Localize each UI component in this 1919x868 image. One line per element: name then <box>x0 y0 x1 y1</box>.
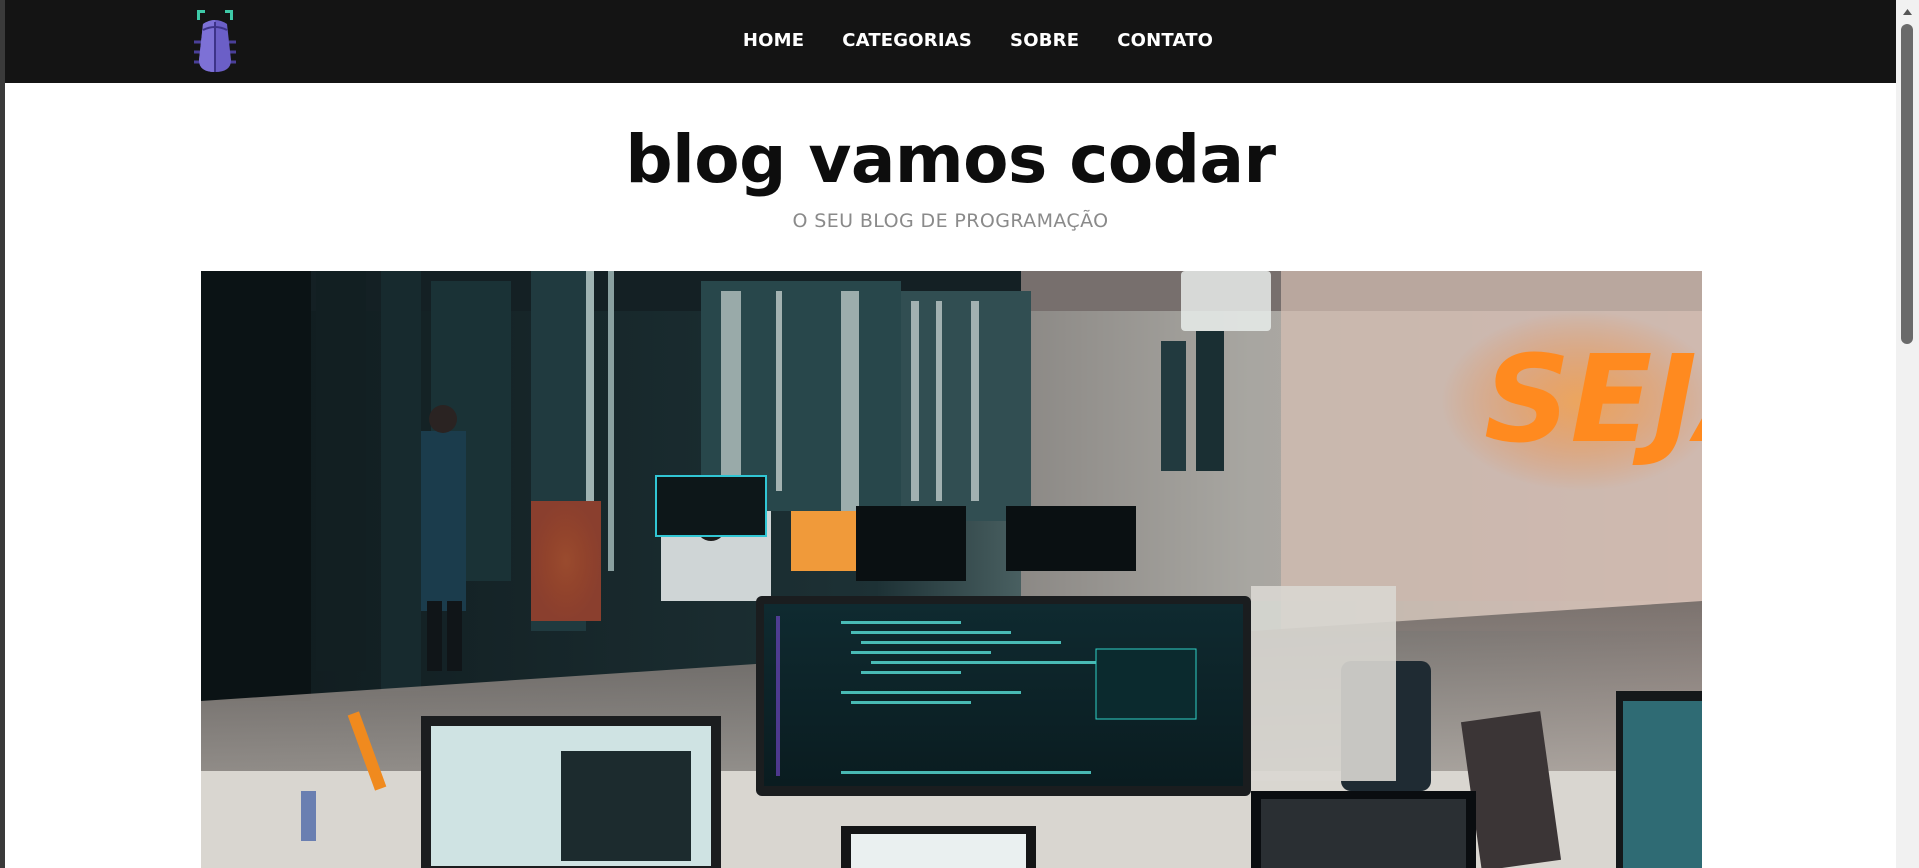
nav-categorias[interactable]: CATEGORIAS <box>842 30 972 51</box>
neon-sign: SEJA <box>1484 331 1702 470</box>
page: HOME CATEGORIAS SOBRE CONTATO blog vamos… <box>5 0 1896 868</box>
blog-subtitle: O SEU BLOG DE PROGRAMAÇÃO <box>792 210 1109 232</box>
nav-home[interactable]: HOME <box>743 30 804 51</box>
blog-title: blog vamos codar <box>625 121 1276 198</box>
main-nav: HOME CATEGORIAS SOBRE CONTATO <box>5 0 1896 80</box>
scroll-up-icon[interactable] <box>1896 2 1919 22</box>
nav-sobre[interactable]: SOBRE <box>1010 30 1079 51</box>
page-scrollbar[interactable] <box>1896 0 1919 868</box>
nav-contato[interactable]: CONTATO <box>1117 30 1213 51</box>
hero-image: SEJA <box>201 271 1702 868</box>
navbar: HOME CATEGORIAS SOBRE CONTATO <box>5 0 1896 83</box>
scroll-thumb[interactable] <box>1901 24 1913 344</box>
